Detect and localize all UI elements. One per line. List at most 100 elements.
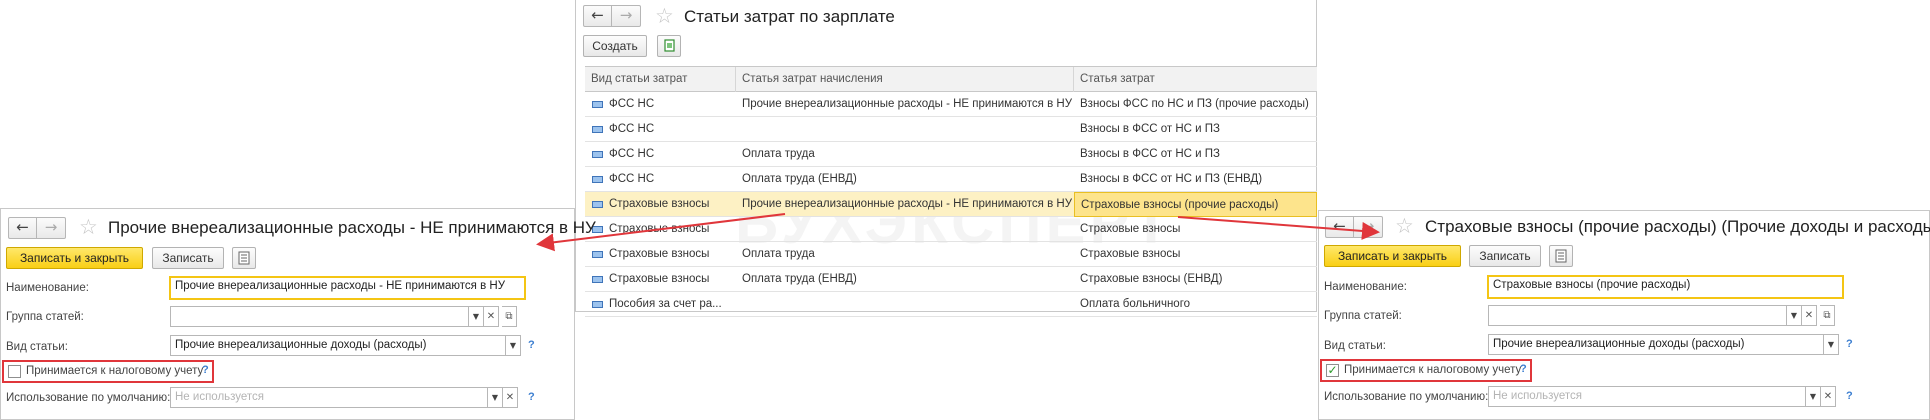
copy-doc-icon	[664, 39, 675, 52]
create-button[interactable]: Создать	[583, 35, 647, 57]
tax-checkbox[interactable]	[8, 365, 21, 378]
tax-label: Принимается к налоговому учету	[1344, 364, 1522, 376]
clear-icon[interactable]: ✕	[503, 387, 518, 408]
table-row[interactable]: ФСС НС Прочие внереализационные расходы -…	[585, 92, 1317, 117]
open-icon[interactable]: ⧉	[1820, 305, 1835, 326]
table-cell[interactable]: ФСС НС	[603, 117, 736, 142]
name-field[interactable]: Прочие внереализационные расходы - НЕ пр…	[169, 276, 526, 300]
document-journal-button[interactable]	[1549, 245, 1573, 267]
table-cell[interactable]: Страховые взносы	[603, 267, 736, 292]
help-icon[interactable]: ?	[1846, 338, 1853, 350]
open-icon[interactable]: ⧉	[502, 306, 517, 327]
column-header[interactable]: Вид статьи затрат	[585, 67, 736, 92]
name-field[interactable]: Страховые взносы (прочие расходы)	[1487, 275, 1844, 299]
table-cell[interactable]: Взносы в ФСС от НС и ПЗ (ЕНВД)	[1074, 167, 1317, 192]
default-use-field[interactable]: Не используется	[1488, 386, 1806, 407]
back-button[interactable]: ←	[8, 217, 37, 239]
row-item-icon	[592, 201, 603, 208]
back-button[interactable]: ←	[583, 5, 612, 27]
back-button[interactable]: ←	[1325, 216, 1354, 238]
copy-doc-button[interactable]	[657, 35, 681, 57]
save-and-close-button[interactable]: Записать и закрыть	[6, 247, 143, 269]
column-header[interactable]: Статья затрат	[1074, 67, 1317, 92]
table-row[interactable]: ФСС НС Оплата труда Взносы в ФСС от НС и П…	[585, 142, 1317, 167]
forward-button[interactable]: →	[612, 5, 641, 27]
row-item-icon	[592, 101, 603, 108]
table-cell[interactable]: Страховые взносы	[603, 242, 736, 267]
tax-checkbox[interactable]: ✓	[1326, 364, 1339, 377]
table-cell[interactable]: Страховые взносы	[603, 192, 736, 217]
help-icon[interactable]: ?	[528, 391, 535, 403]
default-use-field[interactable]: Не используется	[170, 387, 488, 408]
favorite-star-icon[interactable]: ☆	[79, 216, 98, 238]
kind-label: Вид статьи:	[6, 341, 68, 353]
list-title: Статьи затрат по зарплате	[684, 7, 895, 26]
row-item-icon	[592, 301, 603, 308]
table-cell[interactable]: Оплата труда (ЕНВД)	[736, 167, 1074, 192]
help-icon[interactable]: ?	[528, 339, 535, 351]
clear-icon[interactable]: ✕	[484, 306, 499, 327]
table-cell[interactable]: Страховые взносы	[603, 217, 736, 242]
table-row[interactable]: Страховые взносы Прочие внереализационные…	[585, 192, 1317, 217]
table-cell[interactable]: Страховые взносы	[1074, 217, 1317, 242]
table-row[interactable]: Пособия за счет ра... Оплата больничного	[585, 292, 1317, 317]
list-icon	[238, 251, 250, 265]
forward-button[interactable]: →	[37, 217, 66, 239]
table-row[interactable]: ФСС НС Оплата труда (ЕНВД) Взносы в ФСС от…	[585, 167, 1317, 192]
chevron-down-icon[interactable]: ▼	[506, 335, 521, 356]
table-cell[interactable]: Взносы ФСС по НС и ПЗ (прочие расходы)	[1074, 92, 1317, 117]
table-cell[interactable]: Пособия за счет ра...	[603, 292, 736, 317]
table-cell[interactable]: ФСС НС	[603, 167, 736, 192]
table-cell[interactable]: Оплата труда	[736, 142, 1074, 167]
clear-icon[interactable]: ✕	[1802, 305, 1817, 326]
table-cell[interactable]: ФСС НС	[603, 92, 736, 117]
table-cell[interactable]: Оплата труда (ЕНВД)	[736, 267, 1074, 292]
table-row[interactable]: Страховые взносы Страховые взносы	[585, 217, 1317, 242]
table-cell[interactable]	[736, 117, 1074, 142]
default-use-label: Использование по умолчанию:	[1324, 391, 1489, 403]
kind-field[interactable]: Прочие внереализационные доходы (расходы…	[1488, 334, 1824, 355]
chevron-down-icon[interactable]: ▼	[1806, 386, 1821, 407]
kind-field[interactable]: Прочие внереализационные доходы (расходы…	[170, 335, 506, 356]
table-cell[interactable]: Оплата труда	[736, 242, 1074, 267]
table-row[interactable]: Страховые взносы Оплата труда Страховые вз…	[585, 242, 1317, 267]
table-cell[interactable]: Прочие внереализационные расходы - НЕ пр…	[736, 92, 1074, 117]
column-header[interactable]: Статья затрат начисления	[736, 67, 1074, 92]
table-cell[interactable]: Взносы в ФСС от НС и ПЗ	[1074, 142, 1317, 167]
default-use-placeholder: Не используется	[175, 391, 265, 403]
favorite-star-icon[interactable]: ☆	[655, 5, 674, 27]
group-label: Группа статей:	[1324, 310, 1402, 322]
group-field[interactable]	[1488, 305, 1787, 326]
table-cell[interactable]: ФСС НС	[603, 142, 736, 167]
table-row[interactable]: ФСС НС Взносы в ФСС от НС и ПЗ	[585, 117, 1317, 142]
save-button[interactable]: Записать	[152, 247, 224, 269]
row-item-icon	[592, 126, 603, 133]
save-button[interactable]: Записать	[1469, 245, 1541, 267]
table-cell[interactable]: Прочие внереализационные расходы - НЕ пр…	[736, 192, 1074, 217]
clear-icon[interactable]: ✕	[1821, 386, 1836, 407]
help-icon[interactable]: ?	[1520, 363, 1527, 375]
table-cell[interactable]: Страховые взносы (ЕНВД)	[1074, 267, 1317, 292]
table-cell[interactable]	[736, 217, 1074, 242]
group-field[interactable]	[170, 306, 469, 327]
default-use-label: Использование по умолчанию:	[6, 392, 171, 404]
help-icon[interactable]: ?	[202, 364, 209, 376]
table-cell[interactable]: Взносы в ФСС от НС и ПЗ	[1074, 117, 1317, 142]
table-header: Вид статьи затрат Статья затрат начислен…	[585, 67, 1317, 92]
chevron-down-icon[interactable]: ▼	[469, 306, 484, 327]
table-row[interactable]: Страховые взносы Оплата труда (ЕНВД) Страх…	[585, 267, 1317, 292]
row-item-icon	[592, 276, 603, 283]
save-and-close-button[interactable]: Записать и закрыть	[1324, 245, 1461, 267]
name-label: Наименование:	[6, 282, 89, 294]
table-cell[interactable]: Страховые взносы	[1074, 242, 1317, 267]
chevron-down-icon[interactable]: ▼	[488, 387, 503, 408]
table-cell[interactable]: Оплата больничного	[1074, 292, 1317, 317]
table-cell[interactable]: Страховые взносы (прочие расходы)	[1074, 192, 1317, 217]
chevron-down-icon[interactable]: ▼	[1824, 334, 1839, 355]
chevron-down-icon[interactable]: ▼	[1787, 305, 1802, 326]
help-icon[interactable]: ?	[1846, 390, 1853, 402]
favorite-star-icon[interactable]: ☆	[1395, 215, 1414, 237]
document-journal-button[interactable]	[232, 247, 256, 269]
forward-button[interactable]: →	[1354, 216, 1383, 238]
table-cell[interactable]	[736, 292, 1074, 317]
